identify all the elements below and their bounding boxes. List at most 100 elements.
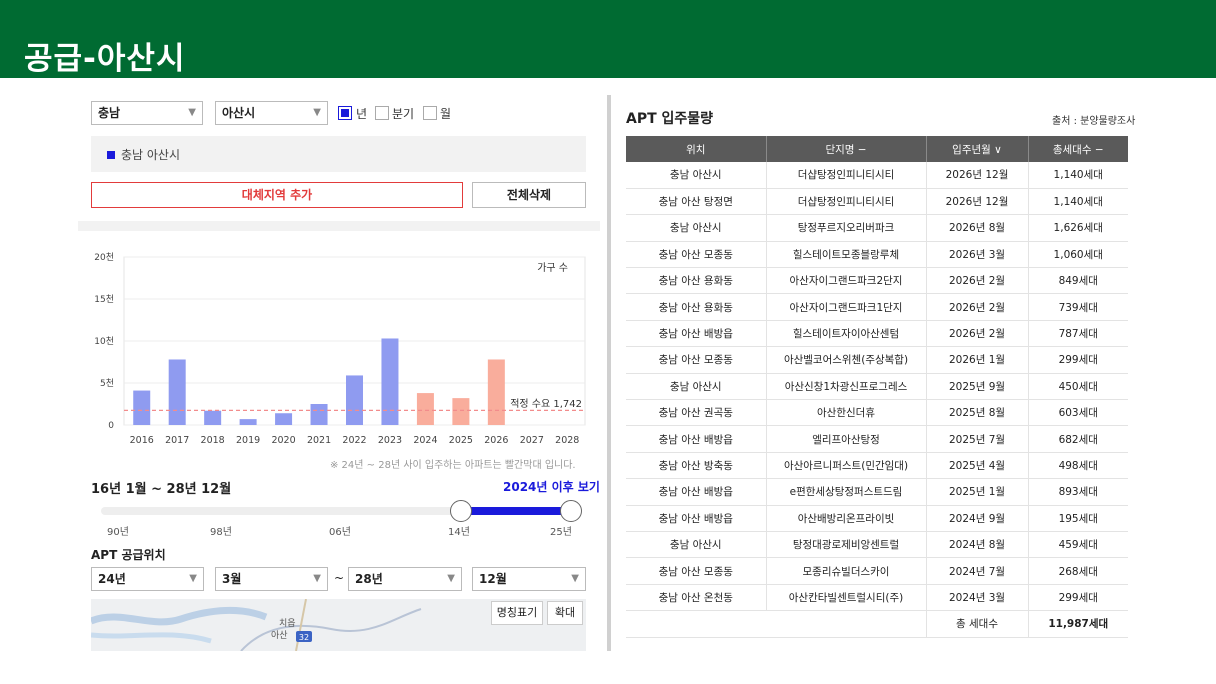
- range-title: 16년 1월 ~ 28년 12월: [91, 482, 232, 497]
- range-tick: 06년: [329, 527, 351, 538]
- bar-2018[interactable]: [204, 410, 222, 425]
- table-cell: 498세대: [1027, 452, 1128, 480]
- table-cell: 2025년 4월: [925, 452, 1028, 480]
- from-month-select[interactable]: 3월 ▼: [215, 567, 328, 591]
- table-row[interactable]: 충남 아산 모종동 힐스테이트모종블랑루체 2026년 3월 1,060세대: [626, 241, 1128, 269]
- to-month-select[interactable]: 12월 ▼: [472, 567, 586, 591]
- table-row[interactable]: 충남 아산시 더샵탕정인피니티시티 2026년 12월 1,140세대: [626, 162, 1128, 189]
- table-cell: 엘리프아산탕정: [765, 425, 926, 453]
- table-row[interactable]: 충남 아산시 탕정대광로제비앙센트럴 2024년 8월 459세대: [626, 531, 1128, 559]
- table-cell: 849세대: [1027, 267, 1128, 295]
- bar-2017[interactable]: [168, 359, 186, 425]
- bar-2016[interactable]: [133, 390, 151, 425]
- bar-2025[interactable]: [452, 398, 470, 425]
- table-row[interactable]: 충남 아산 온천동 아산칸타빌센트럴시티(주) 2024년 3월 299세대: [626, 584, 1128, 612]
- total-label: 총 세대수: [925, 610, 1028, 638]
- table-cell: 1,140세대: [1027, 188, 1128, 216]
- range-tick: 90년: [107, 527, 129, 538]
- table-cell: 탕정대광로제비앙센트럴: [765, 531, 926, 559]
- map-name-toggle-button[interactable]: 명칭표기: [491, 601, 543, 625]
- table-cell: 충남 아산시: [626, 531, 766, 559]
- table-row[interactable]: 충남 아산 배방읍 엘리프아산탕정 2025년 7월 682세대: [626, 425, 1128, 453]
- range-slider-end-handle[interactable]: [560, 500, 582, 522]
- table-cell: 충남 아산 모종동: [626, 241, 766, 269]
- table-cell: 충남 아산 모종동: [626, 346, 766, 374]
- map-place-label-2: 치읍: [279, 617, 296, 629]
- apt-position-title: APT 공급위치: [91, 548, 166, 562]
- table-cell: e편한세상탕정퍼스트드림: [765, 478, 926, 506]
- x-tick-label: 2025: [449, 435, 473, 446]
- bar-2023[interactable]: [381, 338, 399, 425]
- table-row[interactable]: 충남 아산 권곡동 아산한신더휴 2025년 8월 603세대: [626, 399, 1128, 427]
- table-cell: 450세대: [1027, 373, 1128, 401]
- view-after-2024-link[interactable]: 2024년 이후 보기: [503, 478, 600, 495]
- table-cell: 충남 아산시: [626, 373, 766, 401]
- table-cell: 힐스테이트자이아산센텀: [765, 320, 926, 348]
- table-cell: 충남 아산 모종동: [626, 557, 766, 585]
- chevron-down-icon: ▼: [189, 573, 197, 584]
- table-cell: 탕정푸르지오리버파크: [765, 214, 926, 242]
- range-tick: 25년: [550, 527, 572, 538]
- table-cell: 충남 아산 배방읍: [626, 425, 766, 453]
- column-header[interactable]: 단지명 −: [765, 136, 926, 162]
- table-row[interactable]: 충남 아산 탕정면 더샵탕정인피니티시티 2026년 12월 1,140세대: [626, 188, 1128, 216]
- table-row[interactable]: 충남 아산 배방읍 힐스테이트자이아산센텀 2026년 2월 787세대: [626, 320, 1128, 348]
- table-row[interactable]: 충남 아산시 탕정푸르지오리버파크 2026년 8월 1,626세대: [626, 214, 1128, 242]
- bar-2024[interactable]: [416, 393, 434, 425]
- chevron-down-icon: ▼: [571, 573, 579, 584]
- bar-2022[interactable]: [346, 375, 363, 425]
- table-cell: 2026년 1월: [925, 346, 1028, 374]
- table-cell: 1,140세대: [1027, 162, 1128, 189]
- table-cell: 충남 아산 용화동: [626, 293, 766, 321]
- table-cell: 2025년 7월: [925, 425, 1028, 453]
- chart-legend: 가구 수: [537, 262, 568, 274]
- map-place-label: 아산: [271, 630, 288, 641]
- table-cell: 충남 아산 권곡동: [626, 399, 766, 427]
- table-row[interactable]: 충남 아산 배방읍 아산배방리온프라이빗 2024년 9월 195세대: [626, 505, 1128, 532]
- table-cell: 충남 아산 배방읍: [626, 320, 766, 348]
- column-header[interactable]: 총세대수 −: [1027, 136, 1128, 162]
- bar-2020[interactable]: [275, 413, 293, 425]
- table-row[interactable]: 충남 아산 모종동 아산벨코어스위첸(주상복합) 2026년 1월 299세대: [626, 346, 1128, 374]
- table-cell: 2024년 9월: [925, 505, 1028, 532]
- table-cell: 739세대: [1027, 293, 1128, 321]
- table-cell: 2026년 3월: [925, 241, 1028, 269]
- table-cell: 아산자이그랜드파크1단지: [765, 293, 926, 321]
- table-cell: 603세대: [1027, 399, 1128, 427]
- table-cell: [626, 610, 926, 638]
- map-zoom-button[interactable]: 확대: [547, 601, 583, 625]
- to-year-select[interactable]: 28년 ▼: [348, 567, 462, 591]
- table-cell: 2026년 8월: [925, 214, 1028, 242]
- table-row[interactable]: 충남 아산시 아산신창1차광신프로그레스 2025년 9월 450세대: [626, 373, 1128, 401]
- table-cell: 아산자이그랜드파크2단지: [765, 267, 926, 295]
- table-row[interactable]: 충남 아산 용화동 아산자이그랜드파크1단지 2026년 2월 739세대: [626, 293, 1128, 321]
- x-tick-label: 2019: [236, 435, 260, 446]
- range-slider-selection: [460, 507, 571, 515]
- x-tick-label: 2028: [555, 435, 579, 446]
- bar-2019[interactable]: [239, 419, 257, 425]
- table-cell: 충남 아산 용화동: [626, 267, 766, 295]
- range-slider-start-handle[interactable]: [449, 500, 472, 522]
- table-row[interactable]: 충남 아산 방축동 아산아르니퍼스트(민간임대) 2025년 4월 498세대: [626, 452, 1128, 480]
- x-tick-label: 2023: [378, 435, 402, 446]
- table-cell: 2024년 3월: [925, 584, 1028, 612]
- from-year-select[interactable]: 24년 ▼: [91, 567, 204, 591]
- x-tick-label: 2020: [271, 435, 295, 446]
- map-road-number: 32: [299, 633, 309, 642]
- x-tick-label: 2022: [342, 435, 366, 446]
- table-row[interactable]: 충남 아산 모종동 모종리슈빌더스카이 2024년 7월 268세대: [626, 557, 1128, 585]
- x-tick-label: 2021: [307, 435, 331, 446]
- to-year-value: 28년: [355, 572, 383, 586]
- table-cell: 2024년 8월: [925, 531, 1028, 559]
- column-header[interactable]: 입주년월 ∨: [925, 136, 1028, 162]
- table-cell: 더샵탕정인피니티시티: [765, 188, 926, 216]
- table-cell: 2026년 2월: [925, 320, 1028, 348]
- table-cell: 아산칸타빌센트럴시티(주): [765, 584, 926, 612]
- table-row[interactable]: 충남 아산 용화동 아산자이그랜드파크2단지 2026년 2월 849세대: [626, 267, 1128, 295]
- bar-2021[interactable]: [310, 404, 328, 425]
- total-value: 11,987세대: [1027, 610, 1128, 638]
- table-cell: 2025년 9월: [925, 373, 1028, 401]
- table-cell: 아산배방리온프라이빗: [765, 505, 926, 532]
- table-row[interactable]: 충남 아산 배방읍 e편한세상탕정퍼스트드림 2025년 1월 893세대: [626, 478, 1128, 506]
- bar-2026[interactable]: [487, 359, 505, 425]
